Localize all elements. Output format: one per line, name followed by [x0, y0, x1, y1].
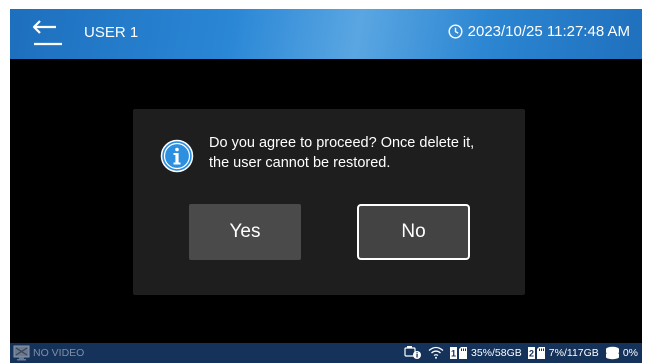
hdd-status: 0%	[605, 346, 638, 360]
screen: USER 1 2023/10/25 11:27:48 AM Do you agr…	[10, 9, 642, 363]
storage-1-usage: 35%/58GB	[471, 346, 522, 359]
status-indicators: 1 35%/58GB 2 7%/117GB 0%	[404, 345, 638, 360]
video-status: NO VIDEO	[13, 345, 84, 361]
sd-card-icon: 2	[527, 346, 545, 359]
dialog-message-line2: the user cannot be restored.	[209, 155, 391, 171]
storage-2-index: 2	[529, 348, 534, 358]
top-bar: USER 1 2023/10/25 11:27:48 AM	[10, 9, 642, 59]
dialog-message-line1: Do you agree to proceed? Once delete it,	[209, 135, 475, 151]
storage-2-usage: 7%/117GB	[548, 346, 599, 359]
back-button[interactable]	[28, 19, 66, 49]
status-bar: NO VIDEO 1 35%/58GB 2 7%/117GB 0%	[10, 343, 642, 363]
info-icon	[160, 139, 194, 173]
video-status-text: NO VIDEO	[33, 347, 85, 359]
wifi-icon	[428, 346, 444, 359]
yes-button[interactable]: Yes	[189, 204, 301, 260]
hdd-icon	[605, 346, 619, 359]
camera-info-icon	[404, 346, 421, 359]
confirm-dialog: Do you agree to proceed? Once delete it,…	[133, 109, 525, 295]
storage-1: 1 35%/58GB	[450, 346, 522, 360]
storage-2: 2 7%/117GB	[527, 346, 599, 360]
storage-1-index: 1	[451, 348, 456, 358]
no-video-icon	[13, 345, 30, 361]
datetime-display: 2023/10/25 11:27:48 AM	[448, 23, 630, 40]
datetime-text: 2023/10/25 11:27:48 AM	[467, 23, 630, 40]
user-label: USER 1	[84, 24, 139, 41]
sd-card-icon: 1	[450, 346, 467, 359]
clock-icon	[448, 24, 463, 39]
dialog-message: Do you agree to proceed? Once delete it,…	[209, 133, 509, 173]
hdd-usage: 0%	[622, 346, 638, 359]
no-button[interactable]: No	[357, 204, 470, 260]
back-arrow-icon	[32, 20, 62, 46]
